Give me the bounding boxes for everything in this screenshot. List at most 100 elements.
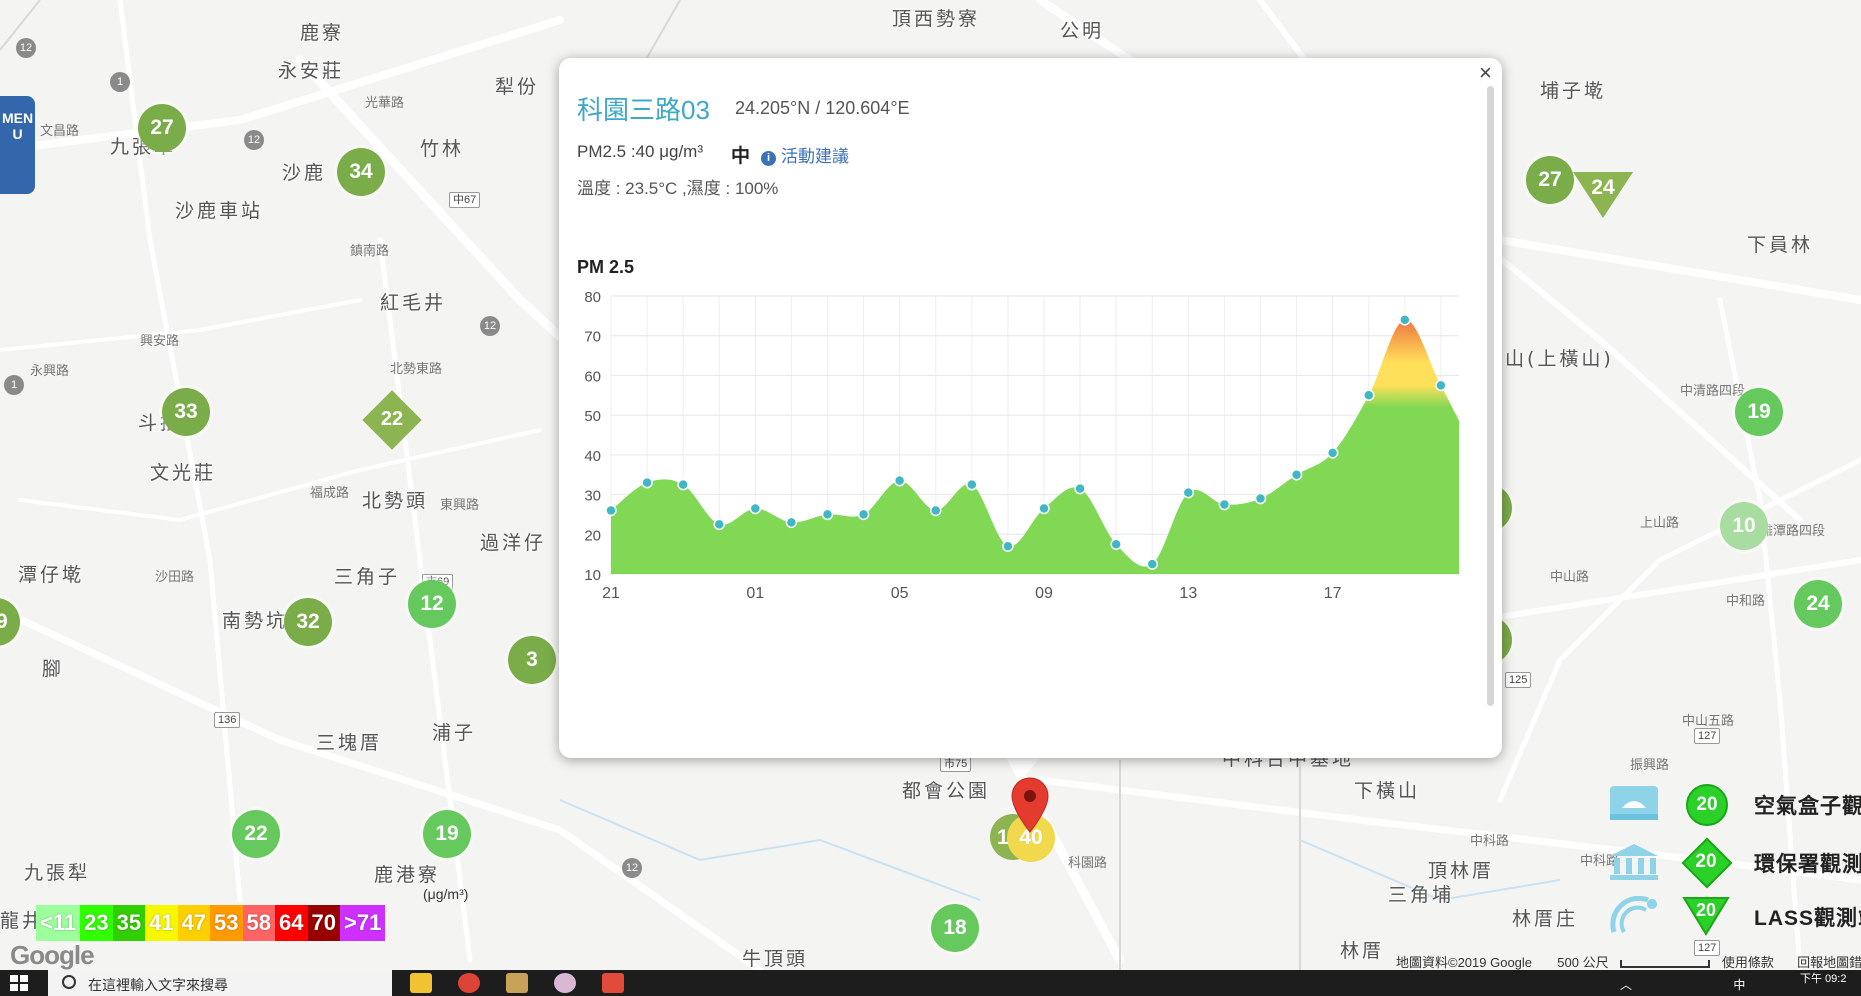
- legend-airbox-label: 空氣盒子觀測: [1754, 795, 1861, 818]
- data-point: [911, 692, 921, 702]
- data-point: [1146, 558, 1158, 570]
- data-point: [1363, 389, 1375, 402]
- data-point: [966, 478, 978, 491]
- tray-up-icon[interactable]: ︿: [1620, 978, 1632, 992]
- highway-shield: 12: [244, 130, 264, 150]
- chrome-icon[interactable]: [458, 973, 480, 993]
- pm-color-scale: <11 23 35 41 47 53 58 64 70 >71: [36, 905, 386, 941]
- activity-advice-link[interactable]: i 活動建議: [761, 142, 849, 167]
- data-point: [1290, 468, 1303, 481]
- airbox-station-marker[interactable]: 18: [931, 904, 979, 952]
- map-data-credit: 地圖資料©2019 Google: [1396, 955, 1533, 970]
- activity-advice-label: 活動建議: [781, 147, 849, 166]
- place-label: 文光莊: [150, 462, 217, 484]
- airbox-station-marker[interactable]: 27: [138, 104, 186, 152]
- data-point: [677, 478, 689, 491]
- legend-lass-marker: 20: [1696, 900, 1716, 920]
- data-point: [1395, 683, 1405, 693]
- data-point: [1123, 659, 1133, 669]
- place-label: 腳: [42, 658, 65, 680]
- scale-cell: <11: [36, 905, 81, 941]
- airbox-station-marker[interactable]: 12: [408, 580, 456, 628]
- airbox-station-marker[interactable]: 27: [1526, 156, 1574, 204]
- route-shield: 136: [214, 712, 241, 728]
- road-label: 中科路: [1470, 834, 1510, 849]
- data-point: [1280, 721, 1290, 731]
- place-label: 九張犁: [24, 862, 91, 884]
- taskbar-clock[interactable]: 下午 09:2: [1800, 970, 1846, 986]
- scale-cell: 70: [307, 905, 340, 941]
- data-point: [839, 690, 849, 700]
- highway-shield: 1: [4, 375, 24, 395]
- place-label: 山(上橫山): [1505, 348, 1614, 370]
- data-point: [1095, 659, 1105, 669]
- airbox-station-marker[interactable]: 3: [508, 636, 556, 684]
- popup-scrollbar[interactable]: [1487, 86, 1494, 706]
- google-logo: Google: [10, 940, 95, 970]
- x-tick-label: 21: [602, 585, 620, 602]
- place-label: 鹿寮: [300, 22, 345, 44]
- data-point: [1237, 659, 1247, 669]
- data-point: [821, 686, 831, 696]
- chart-area: [611, 690, 1023, 748]
- popup-tail: [1010, 756, 1042, 774]
- epa-station-value: 22: [380, 408, 404, 430]
- map-scale-bar: [1620, 959, 1711, 968]
- airbox-station-marker[interactable]: 34: [337, 148, 385, 196]
- route-shield: 中67: [449, 192, 481, 208]
- data-point: [1209, 659, 1219, 669]
- close-button[interactable]: ×: [1479, 60, 1492, 86]
- scale-cell: 41: [145, 905, 178, 941]
- airbox-station-marker[interactable]: 32: [284, 598, 332, 646]
- station-name: 科園三路03: [577, 95, 710, 125]
- highway-shield: 12: [622, 858, 642, 878]
- chart-title: PM 2.5: [577, 257, 634, 277]
- data-point: [875, 688, 885, 698]
- place-label: 三塊厝: [316, 732, 383, 754]
- airbox-station-marker[interactable]: 24: [1794, 580, 1842, 628]
- file-explorer-icon[interactable]: [410, 973, 432, 993]
- data-point: [1080, 659, 1090, 669]
- app-icon-2[interactable]: [554, 973, 576, 993]
- airbox-station-marker[interactable]: 10: [1720, 502, 1768, 550]
- data-point: [767, 714, 777, 724]
- data-point: [1066, 659, 1076, 669]
- report-error-link[interactable]: 回報地圖錯誤: [1797, 955, 1861, 970]
- lass-station-marker-triangle[interactable]: 24: [1571, 170, 1635, 220]
- place-label: 都會公園: [902, 780, 991, 802]
- data-point: [1137, 659, 1147, 669]
- map-pin-icon[interactable]: [1010, 776, 1050, 836]
- road-label: 中山路: [1550, 570, 1590, 585]
- airbox-station-marker[interactable]: 33: [162, 388, 210, 436]
- pm25-level: 中: [731, 146, 751, 167]
- place-label: 犁份: [495, 76, 540, 98]
- airbox-station-marker[interactable]: 19: [423, 810, 471, 858]
- data-point: [893, 685, 903, 695]
- menu-label: MENU: [1, 110, 34, 142]
- ime-indicator[interactable]: 中: [1733, 978, 1745, 992]
- data-point: [785, 516, 798, 529]
- map-scale-label[interactable]: 500 公尺: [1557, 955, 1608, 970]
- y-tick-label: 20: [584, 527, 601, 544]
- windows-start-icon[interactable]: [10, 975, 28, 991]
- windows-taskbar: 在這裡輸入文字來搜尋 ︿ 中 下午 09:2: [0, 970, 1861, 996]
- data-point: [749, 729, 759, 739]
- terms-link[interactable]: 使用條款: [1722, 955, 1774, 970]
- data-point: [1399, 314, 1411, 326]
- scale-unit: (μg/m³): [423, 886, 469, 902]
- taskbar-search[interactable]: 在這裡輸入文字來搜尋: [48, 970, 392, 996]
- app-icon-3[interactable]: [602, 973, 624, 993]
- y-tick-label: 90: [1043, 705, 1061, 722]
- data-point: [982, 746, 992, 748]
- scale-cell: 47: [177, 905, 211, 941]
- menu-button[interactable]: MENU: [0, 96, 35, 194]
- scale-cell: 35: [112, 905, 146, 941]
- satellite-dish-icon: [1610, 896, 1657, 934]
- system-tray[interactable]: ︿ 中: [1620, 976, 1745, 993]
- airbox-station-marker[interactable]: 22: [232, 810, 280, 858]
- place-label: 牛頂頭: [742, 948, 809, 970]
- app-icon-1[interactable]: [506, 973, 528, 993]
- road-label: 中清路四段: [1680, 384, 1746, 399]
- chart-area: [1071, 662, 1459, 748]
- airbox-station-marker[interactable]: 19: [1735, 388, 1783, 436]
